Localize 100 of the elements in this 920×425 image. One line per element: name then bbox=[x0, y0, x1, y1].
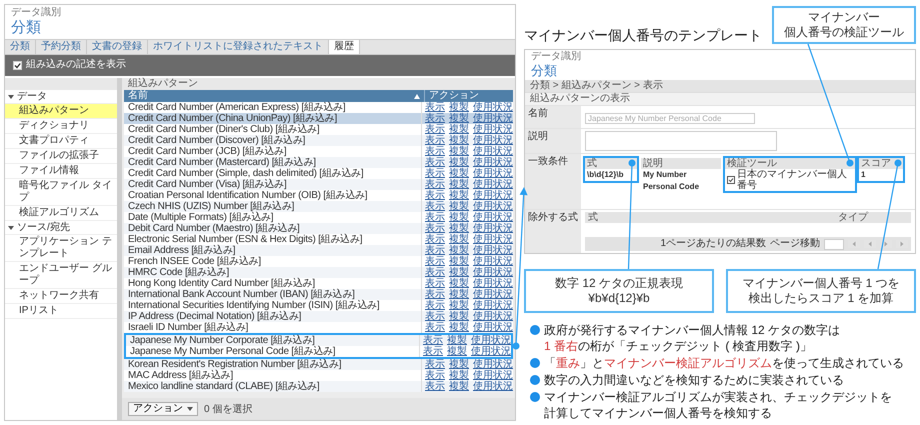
table-row[interactable]: French INSEE Code [組み込み] 表示 複製 使用状況 bbox=[124, 256, 513, 267]
action-link[interactable]: 複製 bbox=[449, 381, 469, 392]
action-link[interactable]: 複製 bbox=[449, 370, 469, 381]
table-row[interactable]: Israeli ID Number [組み込み] 表示 複製 使用状況 bbox=[124, 322, 513, 333]
checkbox[interactable] bbox=[13, 60, 22, 70]
table-row[interactable]: Credit Card Number (Discover) [組み込み] 表示 複製 使用状況 bbox=[124, 135, 513, 146]
action-link[interactable]: 表示 bbox=[425, 359, 445, 370]
action-link[interactable]: 表示 bbox=[425, 223, 445, 234]
table-row[interactable]: Credit Card Number (JCB) [組み込み] 表示 複製 使用状況 bbox=[124, 146, 513, 157]
action-link[interactable]: 表示 bbox=[425, 234, 445, 245]
action-link[interactable]: 表示 bbox=[425, 201, 445, 212]
action-link[interactable]: 表示 bbox=[425, 212, 445, 223]
action-link[interactable]: 表示 bbox=[425, 278, 445, 289]
action-link[interactable]: 使用状況 bbox=[473, 212, 513, 223]
action-link[interactable]: 使用状況 bbox=[471, 346, 511, 357]
action-link[interactable]: 複製 bbox=[447, 346, 467, 357]
action-link[interactable]: 表示 bbox=[425, 289, 445, 300]
table-row[interactable]: Japanese My Number Corporate [組み込み] 表示 複製 使用状況 bbox=[126, 335, 511, 346]
action-link[interactable]: 複製 bbox=[449, 322, 469, 333]
action-link[interactable]: 使用状況 bbox=[471, 335, 511, 346]
action-link[interactable]: 使用状況 bbox=[473, 300, 513, 311]
action-link[interactable]: 表示 bbox=[425, 102, 445, 113]
action-link[interactable]: 使用状況 bbox=[473, 245, 513, 256]
table-row[interactable]: MAC Address [組み込み] 表示 複製 使用状況 bbox=[124, 370, 513, 381]
action-link[interactable]: 表示 bbox=[425, 311, 445, 322]
action-link[interactable]: 表示 bbox=[425, 322, 445, 333]
action-link[interactable]: 複製 bbox=[449, 146, 469, 157]
action-link[interactable]: 表示 bbox=[425, 256, 445, 267]
action-link[interactable]: 使用状況 bbox=[473, 146, 513, 157]
action-link[interactable]: 表示 bbox=[425, 381, 445, 392]
table-row[interactable]: Credit Card Number (China UnionPay) [組み込み] 表示 複製 使用状況 bbox=[124, 113, 513, 124]
table-row[interactable]: Mexico landline standard (CLABE) [組み込み] 表示 複製 使用状況 bbox=[124, 381, 513, 392]
action-link[interactable]: 複製 bbox=[449, 245, 469, 256]
table-row[interactable]: Korean Resident's Registration Number [組み込み] 表示 複製 使用状況 bbox=[124, 359, 513, 370]
action-link[interactable]: 使用状況 bbox=[473, 267, 513, 278]
action-link[interactable]: 複製 bbox=[449, 359, 469, 370]
action-link[interactable]: 使用状況 bbox=[473, 370, 513, 381]
action-link[interactable]: 表示 bbox=[425, 146, 445, 157]
table-row[interactable]: Credit Card Number (Diner's Club) [組み込み] 表示 複製 使用状況 bbox=[124, 124, 513, 135]
action-link[interactable]: 複製 bbox=[447, 335, 467, 346]
action-link[interactable]: 使用状況 bbox=[473, 234, 513, 245]
action-link[interactable]: 使用状況 bbox=[473, 190, 513, 201]
action-link[interactable]: 複製 bbox=[449, 113, 469, 124]
table-row[interactable]: IP Address (Decimal Notation) [組み込み] 表示 複製 使用状況 bbox=[124, 311, 513, 322]
table-row[interactable]: Credit Card Number (Simple, dash delimited) [組み込み] 表示 複製 使用状況 bbox=[124, 168, 513, 179]
action-link[interactable]: 表示 bbox=[425, 179, 445, 190]
action-link[interactable]: 使用状況 bbox=[473, 289, 513, 300]
action-link[interactable]: 使用状況 bbox=[473, 168, 513, 179]
action-link[interactable]: 複製 bbox=[449, 311, 469, 322]
table-row[interactable]: Credit Card Number (Visa) [組み込み] 表示 複製 使用状況 bbox=[124, 179, 513, 190]
table-row[interactable]: International Bank Account Number (IBAN) [組み込み] 表示 複製 使用状況 bbox=[124, 289, 513, 300]
action-link[interactable]: 複製 bbox=[449, 267, 469, 278]
action-link[interactable]: 複製 bbox=[449, 124, 469, 135]
action-link[interactable]: 複製 bbox=[449, 278, 469, 289]
table-row[interactable]: International Securities Identifying Number (ISIN) [組み込み] 表示 複製 使用状況 bbox=[124, 300, 513, 311]
action-link[interactable]: 使用状況 bbox=[473, 135, 513, 146]
action-link[interactable]: 複製 bbox=[449, 256, 469, 267]
description-field[interactable] bbox=[585, 131, 777, 151]
action-link[interactable]: 使用状況 bbox=[473, 179, 513, 190]
action-link[interactable]: 使用状況 bbox=[473, 278, 513, 289]
action-link[interactable]: 複製 bbox=[449, 201, 469, 212]
sidebar-item[interactable]: 組込みパターン bbox=[5, 104, 117, 119]
action-link[interactable]: 使用状況 bbox=[473, 124, 513, 135]
action-link[interactable]: 使用状況 bbox=[473, 102, 513, 113]
action-link[interactable]: 表示 bbox=[425, 267, 445, 278]
action-link[interactable]: 複製 bbox=[449, 212, 469, 223]
action-link[interactable]: 複製 bbox=[449, 234, 469, 245]
action-link[interactable]: 使用状況 bbox=[473, 311, 513, 322]
action-link[interactable]: 表示 bbox=[423, 335, 443, 346]
action-link[interactable]: 複製 bbox=[449, 300, 469, 311]
action-link[interactable]: 表示 bbox=[425, 124, 445, 135]
action-link[interactable]: 複製 bbox=[449, 135, 469, 146]
action-link[interactable]: 表示 bbox=[423, 346, 443, 357]
table-row[interactable]: Credit Card Number (Mastercard) [組み込み] 表示 複製 使用状況 bbox=[124, 157, 513, 168]
table-row[interactable]: Email Address [組み込み] 表示 複製 使用状況 bbox=[124, 245, 513, 256]
table-row[interactable]: Croatian Personal Identification Number (OIB) [組み込み] 表示 複製 使用状況 bbox=[124, 190, 513, 201]
sort-icon[interactable] bbox=[414, 94, 420, 98]
table-row[interactable]: Debit Card Number (Maestro) [組み込み] 表示 複製 使用状況 bbox=[124, 223, 513, 234]
action-link[interactable]: 複製 bbox=[449, 223, 469, 234]
action-link[interactable]: 使用状況 bbox=[473, 256, 513, 267]
action-link[interactable]: 使用状況 bbox=[473, 113, 513, 124]
action-link[interactable]: 表示 bbox=[425, 168, 445, 179]
action-link[interactable]: 使用状況 bbox=[473, 322, 513, 333]
action-link[interactable]: 複製 bbox=[449, 289, 469, 300]
action-link[interactable]: 使用状況 bbox=[473, 359, 513, 370]
column-header[interactable]: 名前 bbox=[124, 90, 414, 102]
table-row[interactable]: HMRC Code [組み込み] 表示 複製 使用状況 bbox=[124, 267, 513, 278]
action-link[interactable]: 複製 bbox=[449, 168, 469, 179]
action-link[interactable]: 表示 bbox=[425, 113, 445, 124]
action-link[interactable]: 使用状況 bbox=[473, 157, 513, 168]
action-link[interactable]: 表示 bbox=[425, 370, 445, 381]
table-row[interactable]: Electronic Serial Number (ESN & Hex Digits) [組み込み] 表示 複製 使用状況 bbox=[124, 234, 513, 245]
table-row[interactable]: Credit Card Number (American Express) [組み込み] 表示 複製 使用状況 bbox=[124, 102, 513, 113]
action-link[interactable]: 使用状況 bbox=[473, 201, 513, 212]
actions-dropdown[interactable]: アクション bbox=[128, 402, 198, 416]
action-link[interactable]: 複製 bbox=[449, 179, 469, 190]
action-link[interactable]: 複製 bbox=[449, 190, 469, 201]
action-link[interactable]: 表示 bbox=[425, 300, 445, 311]
page-input[interactable] bbox=[824, 238, 844, 250]
action-link[interactable]: 表示 bbox=[425, 190, 445, 201]
